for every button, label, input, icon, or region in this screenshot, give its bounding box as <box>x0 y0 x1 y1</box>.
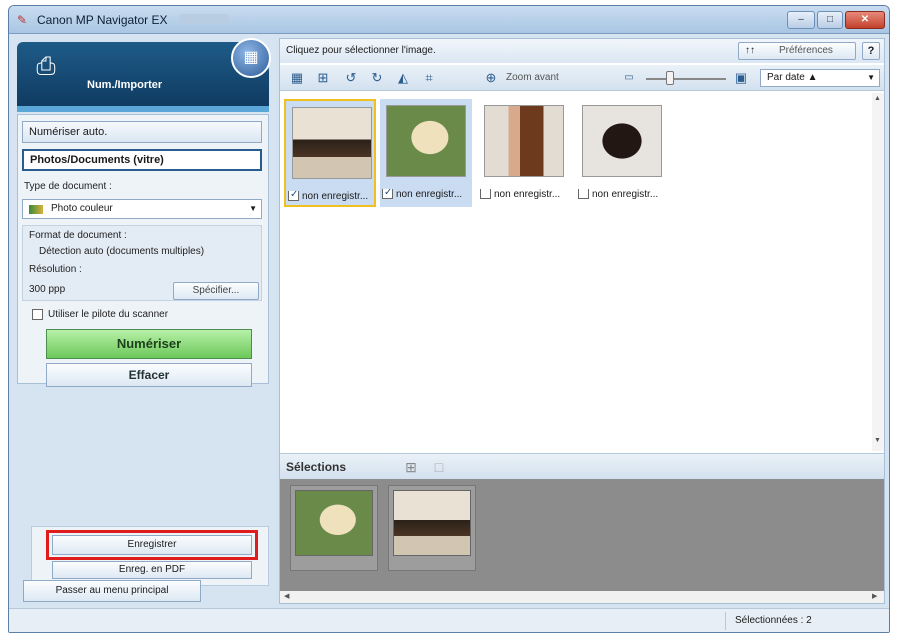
chevron-down-icon: ▼ <box>249 204 257 213</box>
preferences-label: Préférences <box>779 45 833 56</box>
thumbnail-grid: non enregistr... non enregistr... non en… <box>280 93 872 451</box>
single-view-icon[interactable]: □ <box>430 458 448 476</box>
chevron-down-icon: ▼ <box>867 73 875 82</box>
thumbnail-item[interactable]: non enregistr... <box>576 99 668 207</box>
scroll-right-icon[interactable]: ▶ <box>872 592 877 600</box>
slider-thumb[interactable] <box>666 71 674 85</box>
save-highlight-frame <box>46 530 258 560</box>
selections-area <box>280 479 884 591</box>
thumbnail-item[interactable]: non enregistr... <box>478 99 570 207</box>
selections-title: Sélections <box>286 460 347 474</box>
grid-view-icon[interactable]: ⊞ <box>314 69 332 87</box>
thumbnail-image[interactable] <box>386 105 466 177</box>
thumbnail-image[interactable] <box>582 105 662 177</box>
minimize-button[interactable]: – <box>787 11 815 29</box>
selected-count: Sélectionnées : 2 <box>735 615 812 626</box>
tab-auto-scan[interactable]: Numériser auto. <box>22 121 262 143</box>
thumbnail-checkbox[interactable] <box>578 189 589 199</box>
hint-text: Cliquez pour sélectionner l'image. <box>286 45 436 56</box>
left-panel: ⎙ Num./Importer ▦ Numériser auto. Photos… <box>13 38 275 604</box>
thumbnail-view-icon[interactable]: ▦ <box>288 69 306 87</box>
thumbnail-item[interactable]: non enregistr... <box>284 99 376 207</box>
doc-type-value: Photo couleur <box>51 203 113 214</box>
selected-thumbnail[interactable] <box>290 485 378 571</box>
resolution-label: Résolution : <box>29 264 82 275</box>
right-panel: Cliquez pour sélectionner l'image. ↑↑ Pr… <box>279 38 885 604</box>
grid-view-icon[interactable]: ⊞ <box>402 458 420 476</box>
status-bar: Sélectionnées : 2 <box>9 608 889 632</box>
thumbnail-image[interactable] <box>484 105 564 177</box>
mode-title: Num./Importer <box>87 79 163 91</box>
zoom-label[interactable]: Zoom avant <box>506 72 559 84</box>
scroll-up-icon[interactable]: ▲ <box>874 95 881 102</box>
format-label: Format de document : <box>29 230 127 241</box>
scroll-down-icon[interactable]: ▼ <box>874 437 881 444</box>
small-thumbnail-icon: ▭ <box>624 72 634 83</box>
thumbnail-caption: non enregistr... <box>494 189 561 201</box>
selections-bar: Sélections ⊞ □ <box>280 453 884 479</box>
title-bar: ✎ Canon MP Navigator EX – □ ✕ <box>9 6 889 34</box>
image-toolbar: ▦ ⊞ ↺ ↻ ◭ ⌗ ⊕ Zoom avant ▭ ▣ Par date ▲ … <box>280 65 884 91</box>
hint-bar: Cliquez pour sélectionner l'image. ↑↑ Pr… <box>280 39 884 63</box>
thumbnail-size-slider[interactable] <box>646 78 726 80</box>
mode-switch-icon[interactable]: ▦ <box>231 38 271 78</box>
preferences-button[interactable]: ↑↑ Préférences <box>738 42 856 60</box>
tab-photo-documents[interactable]: Photos/Documents (vitre) <box>22 149 262 171</box>
title-decoration <box>179 14 229 24</box>
zoom-in-icon[interactable]: ⊕ <box>482 69 500 87</box>
sort-select[interactable]: Par date ▲ ▼ <box>760 69 880 87</box>
thumbnail-checkbox[interactable] <box>480 189 491 199</box>
selected-image[interactable] <box>295 490 373 556</box>
maximize-button[interactable]: □ <box>817 11 843 29</box>
help-button[interactable]: ? <box>862 42 880 60</box>
window-title: Canon MP Navigator EX <box>37 13 168 27</box>
clear-button[interactable]: Effacer <box>46 363 252 387</box>
sort-value: Par date ▲ <box>767 72 818 83</box>
doc-type-select[interactable]: Photo couleur ▼ <box>22 199 262 219</box>
vertical-scrollbar[interactable]: ▲ ▼ <box>872 93 884 451</box>
thumbnail-caption: non enregistr... <box>396 189 463 201</box>
rotate-left-icon[interactable]: ↺ <box>342 69 360 87</box>
selected-thumbnail[interactable] <box>388 485 476 571</box>
crop-icon[interactable]: ⌗ <box>420 69 438 87</box>
main-menu-button[interactable]: Passer au menu principal <box>23 580 201 602</box>
scan-button[interactable]: Numériser <box>46 329 252 359</box>
scanner-icon: ⎙ <box>36 53 56 80</box>
thumbnail-caption: non enregistr... <box>302 191 369 203</box>
large-thumbnail-icon: ▣ <box>734 70 748 85</box>
thumbnail-caption: non enregistr... <box>592 189 659 201</box>
driver-checkbox[interactable] <box>32 309 43 320</box>
save-pdf-button[interactable]: Enreg. en PDF <box>52 561 252 579</box>
thumbnail-checkbox[interactable] <box>382 189 393 199</box>
thumbnail-checkbox[interactable] <box>288 191 299 201</box>
doc-type-label: Type de document : <box>24 181 112 192</box>
scroll-left-icon[interactable]: ◀ <box>284 592 289 600</box>
resolution-value: 300 ppp <box>29 284 66 295</box>
app-window: ✎ Canon MP Navigator EX – □ ✕ ⎙ Num./Imp… <box>8 5 890 633</box>
color-photo-icon <box>29 205 43 214</box>
thumbnail-image[interactable] <box>292 107 372 179</box>
horizontal-scrollbar[interactable]: ◀ ▶ <box>280 591 884 603</box>
app-icon: ✎ <box>17 13 28 27</box>
status-separator <box>725 612 726 630</box>
specify-button[interactable]: Spécifier... <box>173 282 259 300</box>
format-value: Détection auto (documents multiples) <box>39 246 205 257</box>
mode-underline <box>17 106 269 112</box>
thumbnail-item[interactable]: non enregistr... <box>380 99 472 207</box>
flip-icon[interactable]: ◭ <box>394 69 412 87</box>
selected-image[interactable] <box>393 490 471 556</box>
scan-settings-panel: Numériser auto. Photos/Documents (vitre)… <box>17 114 269 387</box>
doc-info-box: Format de document : Détection auto (doc… <box>22 225 262 301</box>
driver-checkbox-label: Utiliser le pilote du scanner <box>48 309 169 320</box>
close-button[interactable]: ✕ <box>845 11 885 29</box>
save-panel: Enregistrer Enreg. en PDF <box>31 526 269 586</box>
preferences-icon: ↑↑ <box>745 45 755 56</box>
rotate-right-icon[interactable]: ↻ <box>368 69 386 87</box>
